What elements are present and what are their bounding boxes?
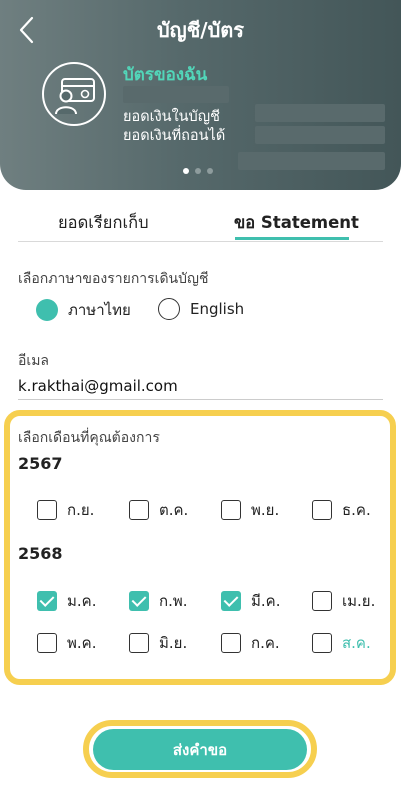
radio-selected-icon [36,299,58,321]
card-name: บัตรของฉัน [123,65,208,85]
month-checkbox-jul-2568[interactable]: ก.ค. [221,631,280,655]
month-checkbox-aug-2568[interactable]: ส.ค. [312,631,371,655]
month-checkbox-jan-2568[interactable]: ม.ค. [37,589,96,613]
month-label: ธ.ค. [342,501,371,519]
month-label: ก.พ. [159,592,188,610]
tab-bar: ยอดเรียกเก็บ ขอ Statement [18,206,383,242]
month-checkbox-apr-2568[interactable]: เม.ย. [312,589,375,613]
checkbox-empty-icon [37,500,57,520]
checkbox-empty-icon [129,500,149,520]
account-number-mask [123,86,229,103]
language-option-thai[interactable]: ภาษาไทย [36,298,131,322]
month-checkbox-nov-2567[interactable]: พ.ย. [221,498,279,522]
month-checkbox-jun-2568[interactable]: มิ.ย. [129,631,187,655]
checkbox-empty-icon [221,500,241,520]
month-label: ก.ย. [67,501,95,519]
available-balance-label: ยอดเงินที่ถอนได้ [123,128,226,144]
year-label-2567: 2567 [18,454,63,473]
account-header: บัญชี/บัตร บัตรของฉัน ยอดเงินในบัญชี ยอด… [0,0,401,190]
carousel-dot[interactable] [195,168,201,174]
month-checkbox-feb-2568[interactable]: ก.พ. [129,589,188,613]
tab-statement[interactable]: ขอ Statement [234,210,359,236]
month-label: มี.ค. [251,592,281,610]
radio-empty-icon [158,298,180,320]
extra-value-mask [238,152,385,170]
card-user-icon [42,62,106,126]
language-label: เลือกภาษาของรายการเดินบัญชี [18,271,209,287]
email-underline [18,399,383,400]
available-value-mask [255,126,385,144]
month-checkbox-oct-2567[interactable]: ต.ค. [129,498,188,522]
month-label: มิ.ย. [159,634,188,652]
month-label: พ.ค. [67,634,97,652]
carousel-indicator [183,168,213,174]
active-tab-indicator [235,237,349,240]
checkbox-empty-icon [221,633,241,653]
month-checkbox-sep-2567[interactable]: ก.ย. [37,498,94,522]
month-selection-label: เลือกเดือนที่คุณต้องการ [18,430,160,446]
checkbox-empty-icon [312,633,332,653]
carousel-dot[interactable] [183,168,189,174]
month-label: เม.ย. [342,592,376,610]
month-checkbox-mar-2568[interactable]: มี.ค. [221,589,280,613]
checkbox-checked-icon [221,591,241,611]
month-label: พ.ย. [251,501,280,519]
checkbox-empty-icon [312,591,332,611]
balance-value-mask [255,104,385,122]
page-title: บัญชี/บัตร [156,18,245,42]
month-label: ม.ค. [67,592,97,610]
radio-label: ภาษาไทย [68,301,131,319]
checkbox-checked-icon [129,591,149,611]
month-label: ต.ค. [159,501,189,519]
submit-request-button[interactable]: ส่งคำขอ [93,729,307,770]
month-label: ส.ค. [342,634,371,652]
checkbox-checked-icon [37,591,57,611]
checkbox-empty-icon [312,500,332,520]
checkbox-empty-icon [37,633,57,653]
language-option-english[interactable]: English [158,298,244,320]
email-input[interactable]: k.rakthai@gmail.com [18,377,178,395]
email-label: อีเมล [18,353,50,369]
carousel-dot[interactable] [207,168,213,174]
month-checkbox-may-2568[interactable]: พ.ค. [37,631,96,655]
month-label: ก.ค. [251,634,280,652]
tab-billing[interactable]: ยอดเรียกเก็บ [58,210,149,236]
checkbox-empty-icon [129,633,149,653]
radio-label: English [190,300,245,318]
month-checkbox-dec-2567[interactable]: ธ.ค. [312,498,371,522]
year-label-2568: 2568 [18,544,63,563]
